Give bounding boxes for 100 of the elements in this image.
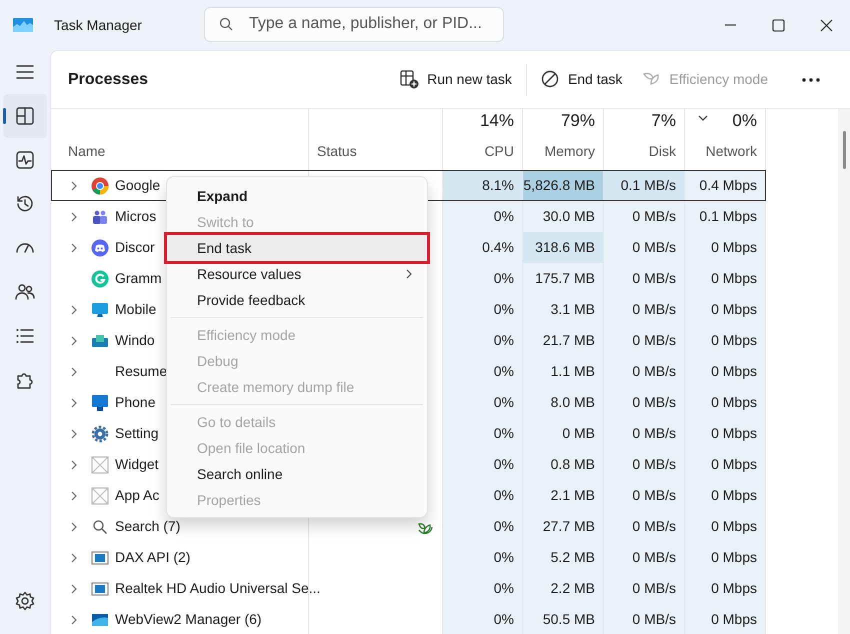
menu-item[interactable]: Search online bbox=[167, 461, 427, 487]
column-header[interactable]: 14% CPU bbox=[443, 109, 523, 170]
metric-cell: 0 MB/s bbox=[604, 325, 685, 356]
menu-item[interactable]: End task bbox=[167, 235, 427, 261]
column-label: Disk bbox=[648, 142, 676, 161]
column-header[interactable]: 79% Memory bbox=[523, 109, 604, 170]
metric-cell: 5,826.8 MB bbox=[523, 170, 604, 201]
computer-icon bbox=[91, 394, 109, 412]
expand-chevron-icon[interactable] bbox=[69, 398, 79, 408]
process-name: Micros bbox=[115, 207, 156, 226]
metric-cell: 175.7 MB bbox=[523, 263, 604, 294]
process-name: Realtek HD Audio Universal Se... bbox=[115, 579, 320, 598]
people-icon bbox=[91, 208, 109, 226]
column-total: 7% bbox=[651, 110, 676, 132]
column-header[interactable]: Status bbox=[309, 109, 443, 170]
process-name: Windo bbox=[115, 331, 155, 350]
gear-icon bbox=[91, 424, 109, 442]
metric-cell: 0 MB/s bbox=[604, 263, 685, 294]
metric-cell: 0.4 Mbps bbox=[685, 170, 766, 201]
search-icon bbox=[218, 17, 233, 31]
expand-chevron-icon[interactable] bbox=[69, 428, 79, 438]
expand-chevron-icon[interactable] bbox=[69, 614, 79, 624]
placeholder-icon bbox=[91, 486, 109, 504]
metric-cell: 30.0 MB bbox=[523, 201, 604, 232]
metric-cell: 0% bbox=[443, 263, 523, 294]
column-total: 0% bbox=[732, 110, 757, 132]
metric-cell: 0 Mbps bbox=[685, 604, 766, 634]
expand-chevron-icon[interactable] bbox=[69, 552, 79, 562]
metric-cell: 0 MB/s bbox=[604, 449, 685, 480]
search-icon bbox=[91, 518, 109, 536]
metric-cell: 0% bbox=[443, 604, 523, 634]
toolbar-button[interactable]: Run new task bbox=[390, 63, 522, 96]
column-label: Memory bbox=[544, 142, 595, 161]
expand-chevron-icon[interactable] bbox=[69, 366, 79, 376]
menu-item[interactable]: Expand bbox=[167, 183, 427, 209]
metric-cell: 0% bbox=[443, 511, 523, 542]
table-row[interactable]: DAX API (2) 0% 5.2 MB 0 MB/s 0 Mbps bbox=[51, 542, 838, 573]
expand-chevron-icon[interactable] bbox=[69, 336, 79, 346]
process-name: DAX API (2) bbox=[115, 548, 190, 567]
process-name: Setting bbox=[115, 424, 159, 443]
metric-cell: 0.1 Mbps bbox=[685, 201, 766, 232]
list-icon bbox=[15, 326, 35, 346]
column-total: 79% bbox=[560, 110, 595, 132]
process-name: Search (7) bbox=[115, 517, 180, 536]
metric-cell: 0% bbox=[443, 418, 523, 449]
maximize-icon bbox=[772, 18, 784, 32]
menu-item[interactable]: Provide feedback bbox=[167, 287, 427, 313]
metric-cell: 0.8 MB bbox=[523, 449, 604, 480]
menu-item[interactable]: Resource values bbox=[167, 261, 427, 287]
metric-cell: 8.0 MB bbox=[523, 387, 604, 418]
run-task-icon bbox=[400, 70, 420, 89]
metric-cell: 2.2 MB bbox=[523, 573, 604, 604]
metric-cell: 0.1 MB/s bbox=[604, 170, 685, 201]
toolbar-button[interactable]: End task bbox=[530, 63, 632, 96]
metric-cell: 0% bbox=[443, 294, 523, 325]
expand-chevron-icon[interactable] bbox=[69, 522, 79, 532]
metric-cell: 0 MB/s bbox=[604, 604, 685, 634]
column-header[interactable]: 0% Network bbox=[685, 109, 766, 170]
expand-chevron-icon[interactable] bbox=[69, 460, 79, 470]
metric-cell: 5.2 MB bbox=[523, 542, 604, 573]
metric-cell: 0% bbox=[443, 573, 523, 604]
more-icon bbox=[802, 78, 820, 82]
prohibited-icon bbox=[540, 70, 560, 89]
process-name: Mobile bbox=[115, 300, 156, 319]
table-row[interactable]: Realtek HD Audio Universal Se... 0% 2.2 MB 0 MB/s 0 Mbps bbox=[51, 573, 838, 604]
expand-chevron-icon[interactable] bbox=[69, 584, 79, 594]
expand-chevron-icon[interactable] bbox=[69, 490, 79, 500]
process-name: Phone bbox=[115, 393, 156, 412]
expand-chevron-icon[interactable] bbox=[69, 212, 79, 222]
column-label: Name bbox=[68, 142, 106, 161]
expand-chevron-icon[interactable] bbox=[69, 180, 79, 190]
column-header[interactable]: 7% Disk bbox=[604, 109, 685, 170]
table-row[interactable]: WebView2 Manager (6) 0% 50.5 MB 0 MB/s 0 Mbps bbox=[51, 604, 838, 634]
metric-cell: 0 Mbps bbox=[685, 542, 766, 573]
search-field[interactable]: Type a name, publisher, or PID... bbox=[204, 6, 504, 42]
metric-cell: 0 MB/s bbox=[604, 511, 685, 542]
metric-cell: 0% bbox=[443, 542, 523, 573]
metric-cell: 1.1 MB bbox=[523, 356, 604, 387]
browser-icon bbox=[91, 176, 109, 194]
metric-cell: 0 Mbps bbox=[685, 387, 766, 418]
window-title: Task Manager bbox=[54, 16, 142, 35]
metric-cell: 0 MB/s bbox=[604, 480, 685, 511]
nav-button[interactable] bbox=[3, 94, 47, 138]
chat-bubble-icon bbox=[91, 238, 109, 256]
metric-cell: 0% bbox=[443, 387, 523, 418]
expand-chevron-icon[interactable] bbox=[69, 242, 79, 252]
placeholder-icon bbox=[91, 456, 109, 474]
metric-cell: 50.5 MB bbox=[523, 604, 604, 634]
grid-panels-icon bbox=[15, 106, 35, 126]
process-name: Discor bbox=[115, 238, 155, 257]
process-name: WebView2 Manager (6) bbox=[115, 610, 262, 629]
metric-cell: 0 MB/s bbox=[604, 542, 685, 573]
process-name: Gramm bbox=[115, 269, 162, 288]
metric-cell: 0 Mbps bbox=[685, 294, 766, 325]
window-icon bbox=[91, 580, 109, 598]
metric-cell: 0 Mbps bbox=[685, 263, 766, 294]
expand-chevron-icon[interactable] bbox=[69, 304, 79, 314]
metric-cell: 0 MB/s bbox=[604, 356, 685, 387]
column-header[interactable]: Name bbox=[51, 109, 309, 170]
close-icon bbox=[820, 18, 832, 32]
